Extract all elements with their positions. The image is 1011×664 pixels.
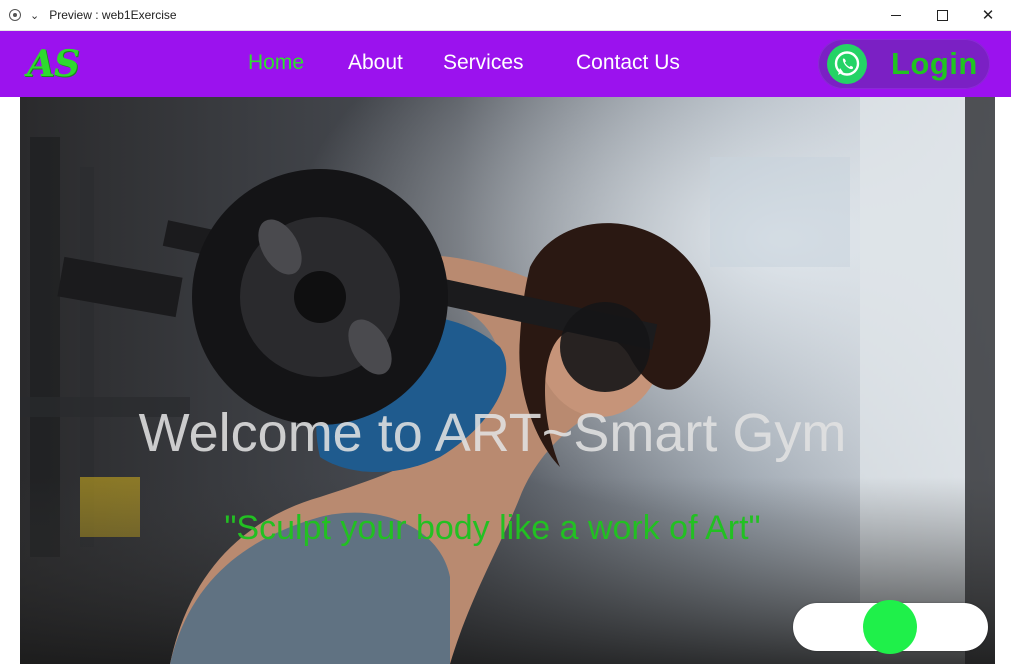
navbar: AS Home About Services Contact Us Login bbox=[0, 31, 1011, 97]
logo[interactable]: AS bbox=[27, 43, 80, 85]
maximize-button[interactable] bbox=[919, 0, 965, 30]
minimize-icon bbox=[891, 14, 901, 16]
hero-tagline: "Sculpt your body like a work of Art" bbox=[224, 509, 761, 547]
window-title: Preview : web1Exercise bbox=[49, 8, 177, 22]
login-label: Login bbox=[891, 46, 978, 81]
nav-link-services[interactable]: Services bbox=[443, 51, 524, 75]
login-button[interactable]: Login bbox=[818, 39, 990, 89]
hero-section: Welcome to ART~Smart Gym "Sculpt your bo… bbox=[20, 97, 995, 664]
maximize-icon bbox=[936, 9, 948, 21]
nav-link-about[interactable]: About bbox=[348, 51, 403, 75]
nav-link-home[interactable]: Home bbox=[248, 51, 304, 75]
minimize-button[interactable] bbox=[873, 0, 919, 30]
close-icon: ✕ bbox=[981, 6, 995, 24]
toggle-knob[interactable] bbox=[863, 600, 917, 654]
chevron-down-icon[interactable]: ⌄ bbox=[30, 9, 39, 22]
hero-title: Welcome to ART~Smart Gym bbox=[138, 403, 847, 463]
window-controls: ✕ bbox=[873, 0, 1011, 30]
window-titlebar: ⌄ Preview : web1Exercise ✕ bbox=[0, 0, 1011, 31]
hero-image bbox=[20, 97, 995, 664]
theme-toggle[interactable] bbox=[793, 600, 988, 654]
page-scrollbar[interactable] bbox=[995, 97, 1011, 664]
whatsapp-icon bbox=[827, 44, 867, 84]
close-button[interactable]: ✕ bbox=[965, 0, 1011, 30]
nav-link-contact-us[interactable]: Contact Us bbox=[576, 51, 680, 75]
record-icon[interactable] bbox=[9, 9, 21, 21]
